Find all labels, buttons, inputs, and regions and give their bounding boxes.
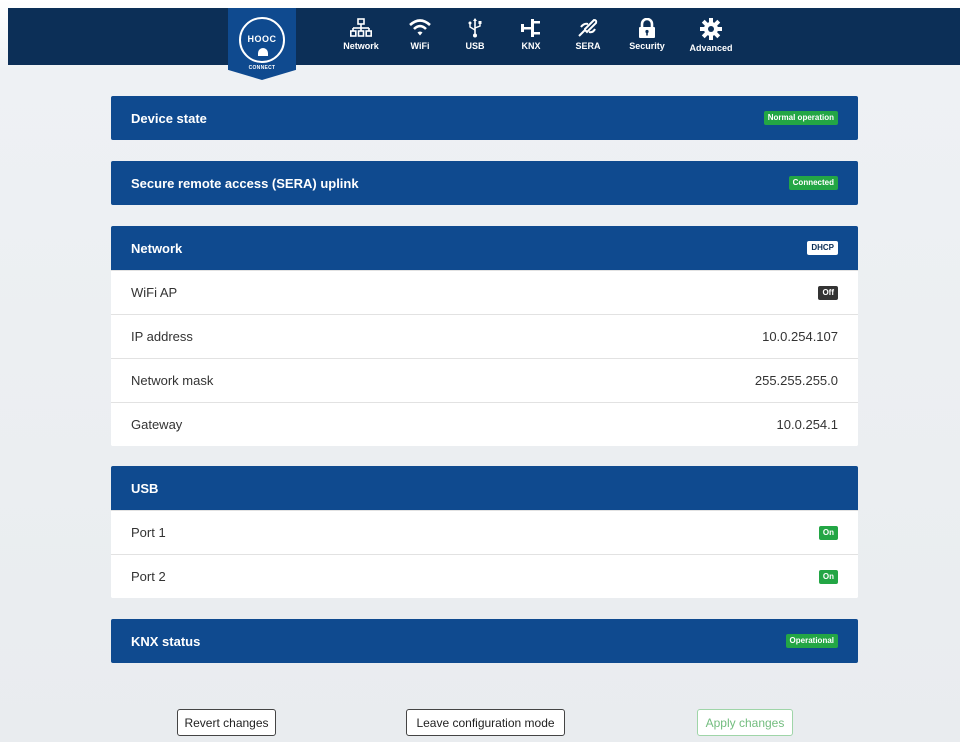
usb-row-port-1: Port 1 On bbox=[111, 510, 858, 554]
row-label: Port 2 bbox=[131, 569, 166, 584]
device-state-title: Device state bbox=[131, 110, 207, 126]
nav-label: Network bbox=[343, 41, 379, 51]
device-state-header: Device state Normal operation bbox=[111, 96, 858, 140]
apply-changes-button[interactable]: Apply changes bbox=[697, 709, 793, 736]
row-label: Network mask bbox=[131, 373, 214, 388]
lock-icon bbox=[639, 18, 655, 38]
network-row-gateway: Gateway 10.0.254.1 bbox=[111, 402, 858, 446]
usb-row-port-2: Port 2 On bbox=[111, 554, 858, 598]
nav-label: SERA bbox=[575, 41, 601, 51]
revert-changes-button[interactable]: Revert changes bbox=[177, 709, 276, 736]
status-badge: Operational bbox=[785, 634, 838, 648]
network-icon bbox=[350, 18, 372, 37]
nav-wifi[interactable]: WiFi bbox=[405, 8, 435, 65]
logo-text: HOOC bbox=[247, 34, 277, 44]
nav-network[interactable]: Network bbox=[341, 8, 381, 65]
leave-configuration-mode-button[interactable]: Leave configuration mode bbox=[406, 709, 565, 736]
usb-card: USB Port 1 On Port 2 On bbox=[111, 466, 858, 598]
status-badge: Off bbox=[818, 285, 838, 300]
status-badge: On bbox=[818, 569, 838, 584]
nav-label: Security bbox=[629, 41, 665, 51]
row-label: Port 1 bbox=[131, 525, 166, 540]
status-badge: DHCP bbox=[807, 241, 838, 255]
nav-sera[interactable]: SERA bbox=[573, 8, 603, 65]
network-title: Network bbox=[131, 240, 183, 256]
network-row-network-mask: Network mask 255.255.255.0 bbox=[111, 358, 858, 402]
row-label: Gateway bbox=[131, 417, 183, 432]
nav-advanced[interactable]: Advanced bbox=[688, 8, 734, 65]
row-value: 10.0.254.107 bbox=[762, 329, 838, 344]
knx-title: KNX status bbox=[131, 633, 201, 649]
status-badge: Normal operation bbox=[763, 111, 838, 125]
network-header: Network DHCP bbox=[111, 226, 858, 270]
hooc-logo[interactable]: HOOC CONNECT bbox=[228, 8, 296, 80]
sera-title: Secure remote access (SERA) uplink bbox=[131, 175, 359, 191]
row-value: 10.0.254.1 bbox=[776, 417, 838, 432]
status-badge: On bbox=[818, 525, 838, 540]
nav-label: Advanced bbox=[689, 43, 733, 53]
status-badge: Connected bbox=[788, 176, 838, 190]
nav-label: KNX bbox=[521, 41, 541, 51]
usb-title: USB bbox=[131, 480, 159, 496]
usb-header: USB bbox=[111, 466, 858, 510]
knx-header: KNX status Operational bbox=[111, 619, 858, 663]
row-label: IP address bbox=[131, 329, 193, 344]
nav-label: WiFi bbox=[410, 41, 430, 51]
nav-security[interactable]: Security bbox=[627, 8, 667, 65]
sera-icon bbox=[578, 18, 598, 37]
gear-icon bbox=[700, 18, 722, 40]
nav-usb[interactable]: USB bbox=[463, 8, 487, 65]
wifi-icon bbox=[409, 19, 431, 36]
logo-subtext: CONNECT bbox=[248, 65, 276, 71]
network-row-ip-address: IP address 10.0.254.107 bbox=[111, 314, 858, 358]
sera-header: Secure remote access (SERA) uplink Conne… bbox=[111, 161, 858, 205]
network-card: Network DHCP WiFi AP Off IP address 10.0… bbox=[111, 226, 858, 446]
row-value: 255.255.255.0 bbox=[754, 373, 838, 388]
nav-knx[interactable]: KNX bbox=[519, 8, 543, 65]
knx-icon bbox=[521, 19, 540, 37]
knx-card: KNX status Operational bbox=[111, 619, 858, 663]
row-label: WiFi AP bbox=[131, 285, 178, 300]
logo-house-icon bbox=[258, 48, 268, 56]
nav-label: USB bbox=[465, 41, 485, 51]
usb-icon bbox=[468, 18, 482, 38]
sera-card: Secure remote access (SERA) uplink Conne… bbox=[111, 161, 858, 205]
network-row-wifi-ap: WiFi AP Off bbox=[111, 270, 858, 314]
logo-circle: HOOC bbox=[239, 17, 285, 63]
device-state-card: Device state Normal operation bbox=[111, 96, 858, 140]
